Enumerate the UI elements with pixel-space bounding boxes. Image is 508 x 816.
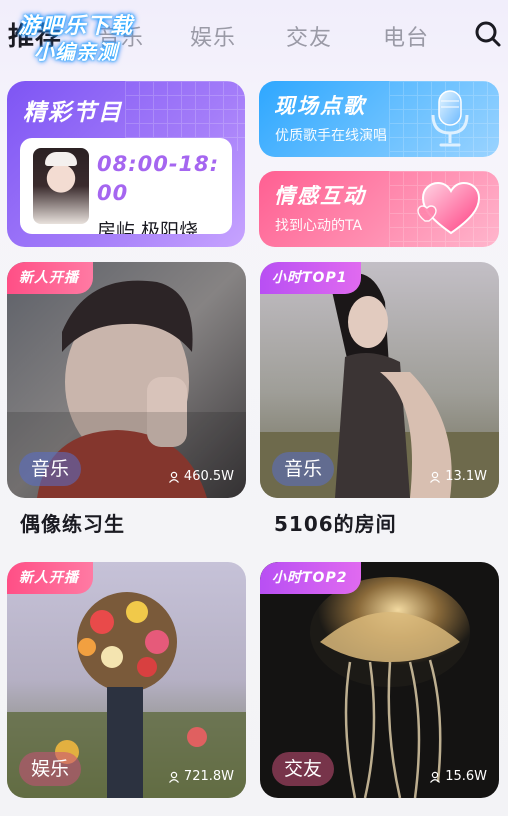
top-nav: 推荐 音乐 娱乐 交友 电台 游吧乐下载 小编亲测 (0, 0, 508, 72)
live-song-title: 现场点歌 (274, 94, 366, 118)
room-category-tag: 音乐 (19, 452, 82, 486)
room-viewer-count: 13.1W (429, 469, 487, 484)
room-viewer-count-value: 460.5W (183, 469, 234, 484)
emotion-subtitle: 找到心动的TA (275, 218, 363, 234)
room-badge: 小时TOP1 (260, 262, 362, 294)
live-song-card[interactable]: 现场点歌 优质歌手在线演唱 (259, 81, 499, 157)
emotion-card[interactable]: 情感互动 找到心动的TA (259, 171, 499, 247)
search-icon[interactable] (474, 20, 502, 48)
room-viewer-count-value: 721.8W (183, 769, 234, 784)
program-name: 房屿 极阳烧 (97, 220, 199, 234)
room-category-tag: 交友 (272, 752, 335, 786)
tab-friends[interactable]: 交友 (286, 20, 332, 52)
tab-music[interactable]: 音乐 (98, 20, 144, 52)
room-category-tag: 音乐 (272, 452, 335, 486)
tab-entertainment[interactable]: 娱乐 (190, 20, 236, 52)
room-badge: 新人开播 (7, 562, 93, 594)
room-card[interactable]: 小时TOP2 交友 15.6W (260, 562, 499, 798)
user-icon (168, 771, 179, 783)
program-card-title: 精彩节目 (23, 100, 123, 126)
program-time: 08:00-18:00 (97, 152, 220, 205)
room-badge: 小时TOP2 (260, 562, 362, 594)
user-icon (168, 471, 179, 483)
room-card[interactable]: 新人开播 娱乐 721.8W (7, 562, 246, 798)
user-icon (430, 471, 441, 483)
live-song-subtitle: 优质歌手在线演唱 (275, 128, 387, 144)
room-badge: 新人开播 (7, 262, 93, 294)
room-category-tag: 娱乐 (19, 752, 82, 786)
program-item[interactable]: 08:00-18:00 房屿 极阳烧 (20, 138, 232, 234)
room-name[interactable]: 偶像练习生 (20, 508, 125, 537)
program-card[interactable]: 精彩节目 08:00-18:00 房屿 极阳烧 (7, 81, 245, 247)
room-name[interactable]: 5106的房间 (274, 508, 397, 537)
heart-icon (417, 181, 481, 235)
room-card[interactable]: 新人开播 音乐 460.5W (7, 262, 246, 498)
room-viewer-count: 721.8W (168, 769, 234, 784)
room-viewer-count: 15.6W (429, 769, 487, 784)
program-avatar (33, 148, 89, 224)
room-card[interactable]: 小时TOP1 音乐 13.1W (260, 262, 499, 498)
emotion-title: 情感互动 (274, 184, 366, 208)
microphone-icon (431, 90, 469, 147)
room-viewer-count-value: 15.6W (445, 769, 487, 784)
user-icon (430, 771, 441, 783)
room-viewer-count: 460.5W (168, 469, 234, 484)
tab-radio[interactable]: 电台 (383, 20, 429, 52)
room-viewer-count-value: 13.1W (445, 469, 487, 484)
tab-recommend[interactable]: 推荐 (8, 16, 62, 53)
